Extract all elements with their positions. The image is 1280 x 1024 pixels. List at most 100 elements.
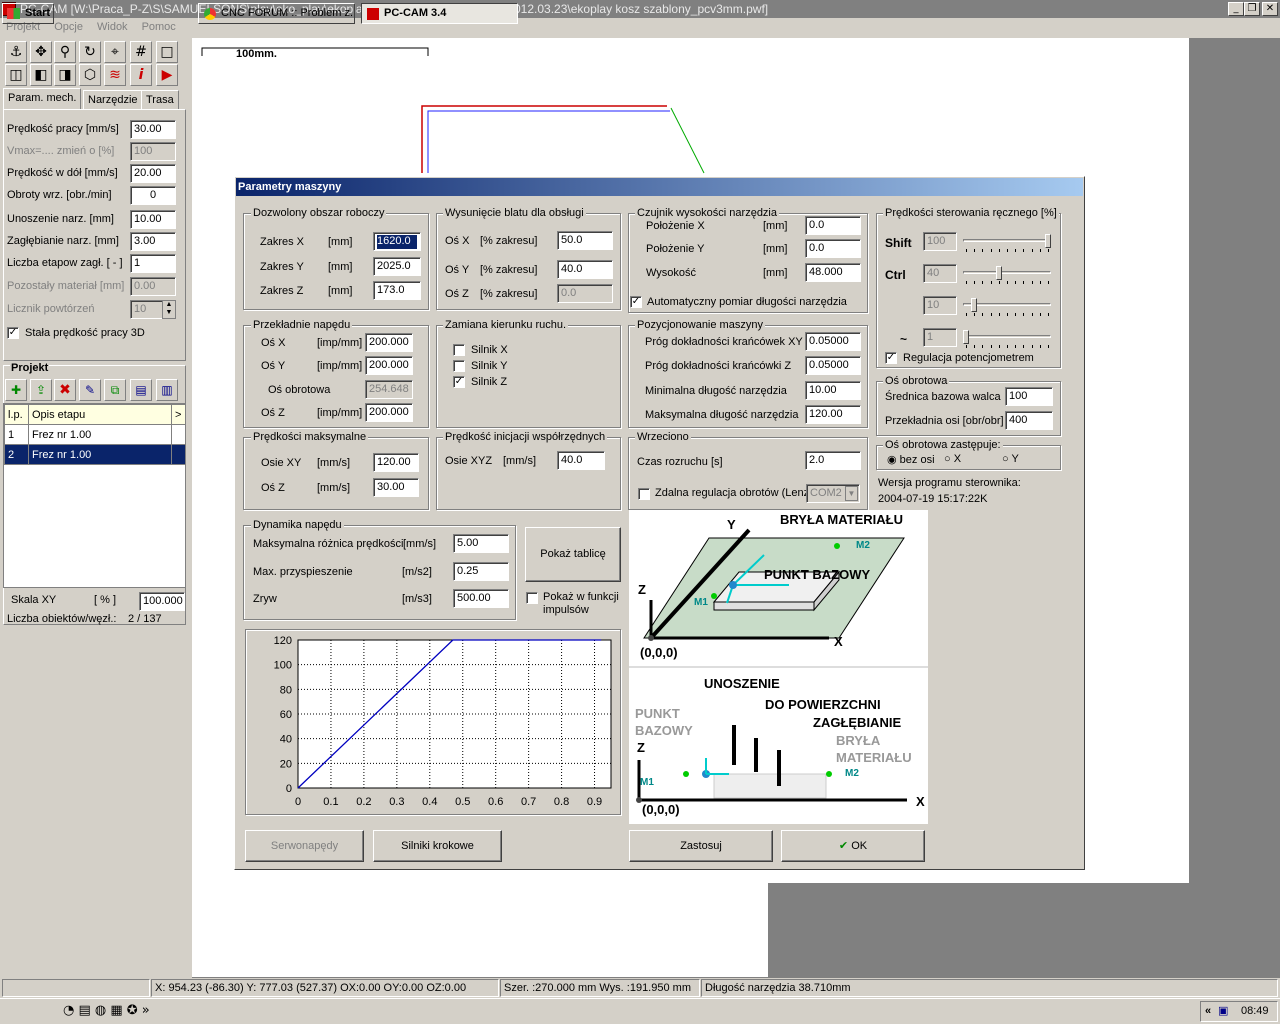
export-stage-icon[interactable]: ▥ <box>156 379 178 401</box>
manual-input[interactable]: 10 <box>923 296 957 315</box>
gears-input[interactable]: 254.648 <box>365 380 413 399</box>
tab-narzedzie[interactable]: Narzędzie <box>83 90 143 110</box>
view-3d-icon[interactable]: ⬡ <box>79 64 101 86</box>
param-input[interactable]: 100 <box>130 142 176 161</box>
tool-icon-1[interactable]: ⚓ <box>5 41 27 63</box>
col-more[interactable]: > <box>171 404 186 425</box>
dynamics-input[interactable]: 5.00 <box>453 534 509 553</box>
tray-expand-icon[interactable]: « <box>1205 1005 1211 1017</box>
start-button[interactable]: Start <box>2 3 54 24</box>
layers-icon[interactable]: ≋ <box>104 64 126 86</box>
info-icon[interactable]: i <box>130 64 152 86</box>
rotate-icon[interactable]: ↻ <box>79 41 101 63</box>
radio-x[interactable]: ○ X <box>944 453 961 465</box>
rot-axis-input[interactable]: 400 <box>1005 411 1053 430</box>
minimize-icon[interactable]: _ <box>1228 2 1244 16</box>
maxspeed-input[interactable]: 30.00 <box>373 478 419 497</box>
workarea-input[interactable]: 2025.0 <box>373 257 421 276</box>
ok-button[interactable]: ✔ OK <box>781 830 925 862</box>
restore-icon[interactable]: ❐ <box>1244 2 1260 16</box>
spin-icon[interactable]: ▲ ▼ <box>162 300 176 319</box>
table-input[interactable]: 0.0 <box>557 284 613 303</box>
param-input[interactable]: 10.00 <box>130 210 176 229</box>
direction-checkbox[interactable]: ✓ <box>453 376 465 388</box>
gears-input[interactable]: 200.000 <box>365 356 413 375</box>
table-row[interactable]: 1 Frez nr 1.00 <box>4 424 186 445</box>
menu-widok[interactable]: Widok <box>97 21 128 33</box>
task-cnc-forum[interactable]: CNC FORUM :: Problem z... <box>198 3 355 24</box>
view-top-icon[interactable]: ◨ <box>54 64 76 86</box>
sensor-input[interactable]: 0.0 <box>805 239 861 258</box>
param-input[interactable]: 0.00 <box>130 277 176 296</box>
zoom-icon[interactable]: ⚲ <box>54 41 76 63</box>
gears-input[interactable]: 200.000 <box>365 333 413 352</box>
target-icon[interactable]: ⌖ <box>104 41 126 63</box>
tab-param-mech[interactable]: Param. mech. <box>3 88 82 110</box>
remote-checkbox[interactable] <box>638 488 650 500</box>
task-pc-cam[interactable]: PC-CAM 3.4 <box>361 3 518 24</box>
manual-slider[interactable] <box>963 298 1051 316</box>
stepper-button[interactable]: Silniki krokowe <box>373 830 502 862</box>
menu-pomoc[interactable]: Pomoc <box>142 21 176 33</box>
manual-slider[interactable] <box>963 330 1051 348</box>
positioning-input[interactable]: 0.05000 <box>805 332 861 351</box>
manual-slider[interactable] <box>963 234 1051 252</box>
dynamics-input[interactable]: 500.00 <box>453 589 509 608</box>
run-icon[interactable]: ▶ <box>156 64 178 86</box>
port-select[interactable]: COM2 ▼ <box>806 484 860 503</box>
param-input[interactable]: 30.00 <box>130 120 176 139</box>
positioning-input[interactable]: 120.00 <box>805 405 861 424</box>
param-input[interactable]: 1 <box>130 254 176 273</box>
workarea-input[interactable]: 173.0 <box>373 281 421 300</box>
network-icon[interactable]: ▣ <box>1218 1004 1228 1017</box>
scale-input[interactable]: 100.000 <box>139 592 185 611</box>
radio-bez-osi[interactable]: ◉ bez osi <box>887 453 935 466</box>
positioning-input[interactable]: 0.05000 <box>805 356 861 375</box>
table-input[interactable]: 50.0 <box>557 231 613 250</box>
save-stage-icon[interactable]: ▤ <box>130 379 152 401</box>
table-row-selected[interactable]: 2 Frez nr 1.00 <box>4 444 186 465</box>
edit-stage-icon[interactable]: ✎ <box>79 379 101 401</box>
grid-icon[interactable]: # <box>130 41 152 63</box>
auto-measure-checkbox[interactable]: ✓ <box>630 296 642 308</box>
show-table-button[interactable]: Pokaż tablicę <box>525 527 621 582</box>
const-speed-checkbox[interactable]: ✓ <box>7 327 19 339</box>
open-stage-icon[interactable]: ⇪ <box>30 379 52 401</box>
delete-stage-icon[interactable]: ✖ <box>54 379 76 401</box>
direction-checkbox[interactable] <box>453 344 465 356</box>
quicklaunch-icons[interactable]: ◔ ▤ ◍ ▦ ✪ » <box>63 1003 150 1018</box>
close-icon[interactable]: ✕ <box>1262 2 1278 16</box>
param-input[interactable]: 20.00 <box>130 164 176 183</box>
show-func-checkbox[interactable] <box>526 592 538 604</box>
workarea-input[interactable]: 1620.0 <box>373 232 421 251</box>
runup-input[interactable]: 2.0 <box>805 451 861 470</box>
pot-checkbox[interactable]: ✓ <box>885 352 897 364</box>
direction-checkbox[interactable] <box>453 360 465 372</box>
menu-opcje[interactable]: Opcje <box>54 21 83 33</box>
param-input[interactable]: 0 <box>130 186 176 205</box>
gears-input[interactable]: 200.000 <box>365 403 413 422</box>
dynamics-input[interactable]: 0.25 <box>453 562 509 581</box>
table-input[interactable]: 40.0 <box>557 260 613 279</box>
initspeed-input[interactable]: 40.0 <box>557 451 605 470</box>
frame-icon[interactable]: □ <box>156 41 178 63</box>
servo-button[interactable]: Serwonapędy <box>245 830 364 862</box>
radio-y[interactable]: ○ Y <box>1002 453 1019 465</box>
project-list[interactable]: l.p. Opis etapu > 1 Frez nr 1.00 2 Frez nr 1… <box>3 403 186 588</box>
sensor-input[interactable]: 48.000 <box>805 263 861 282</box>
rot-axis-input[interactable]: 100 <box>1005 387 1053 406</box>
manual-input[interactable]: 40 <box>923 264 957 283</box>
view-side-icon[interactable]: ◧ <box>30 64 52 86</box>
manual-input[interactable]: 1 <box>923 328 957 347</box>
param-input[interactable]: 3.00 <box>130 232 176 251</box>
manual-slider[interactable] <box>963 266 1051 284</box>
new-stage-icon[interactable]: ✚ <box>5 379 27 401</box>
copy-stage-icon[interactable]: ⧉ <box>104 379 126 401</box>
positioning-input[interactable]: 10.00 <box>805 381 861 400</box>
sensor-input[interactable]: 0.0 <box>805 216 861 235</box>
maxspeed-input[interactable]: 120.00 <box>373 453 419 472</box>
apply-button[interactable]: Zastosuj <box>629 830 773 862</box>
manual-input[interactable]: 100 <box>923 232 957 251</box>
tab-trasa[interactable]: Trasa <box>141 90 179 110</box>
move-icon[interactable]: ✥ <box>30 41 52 63</box>
